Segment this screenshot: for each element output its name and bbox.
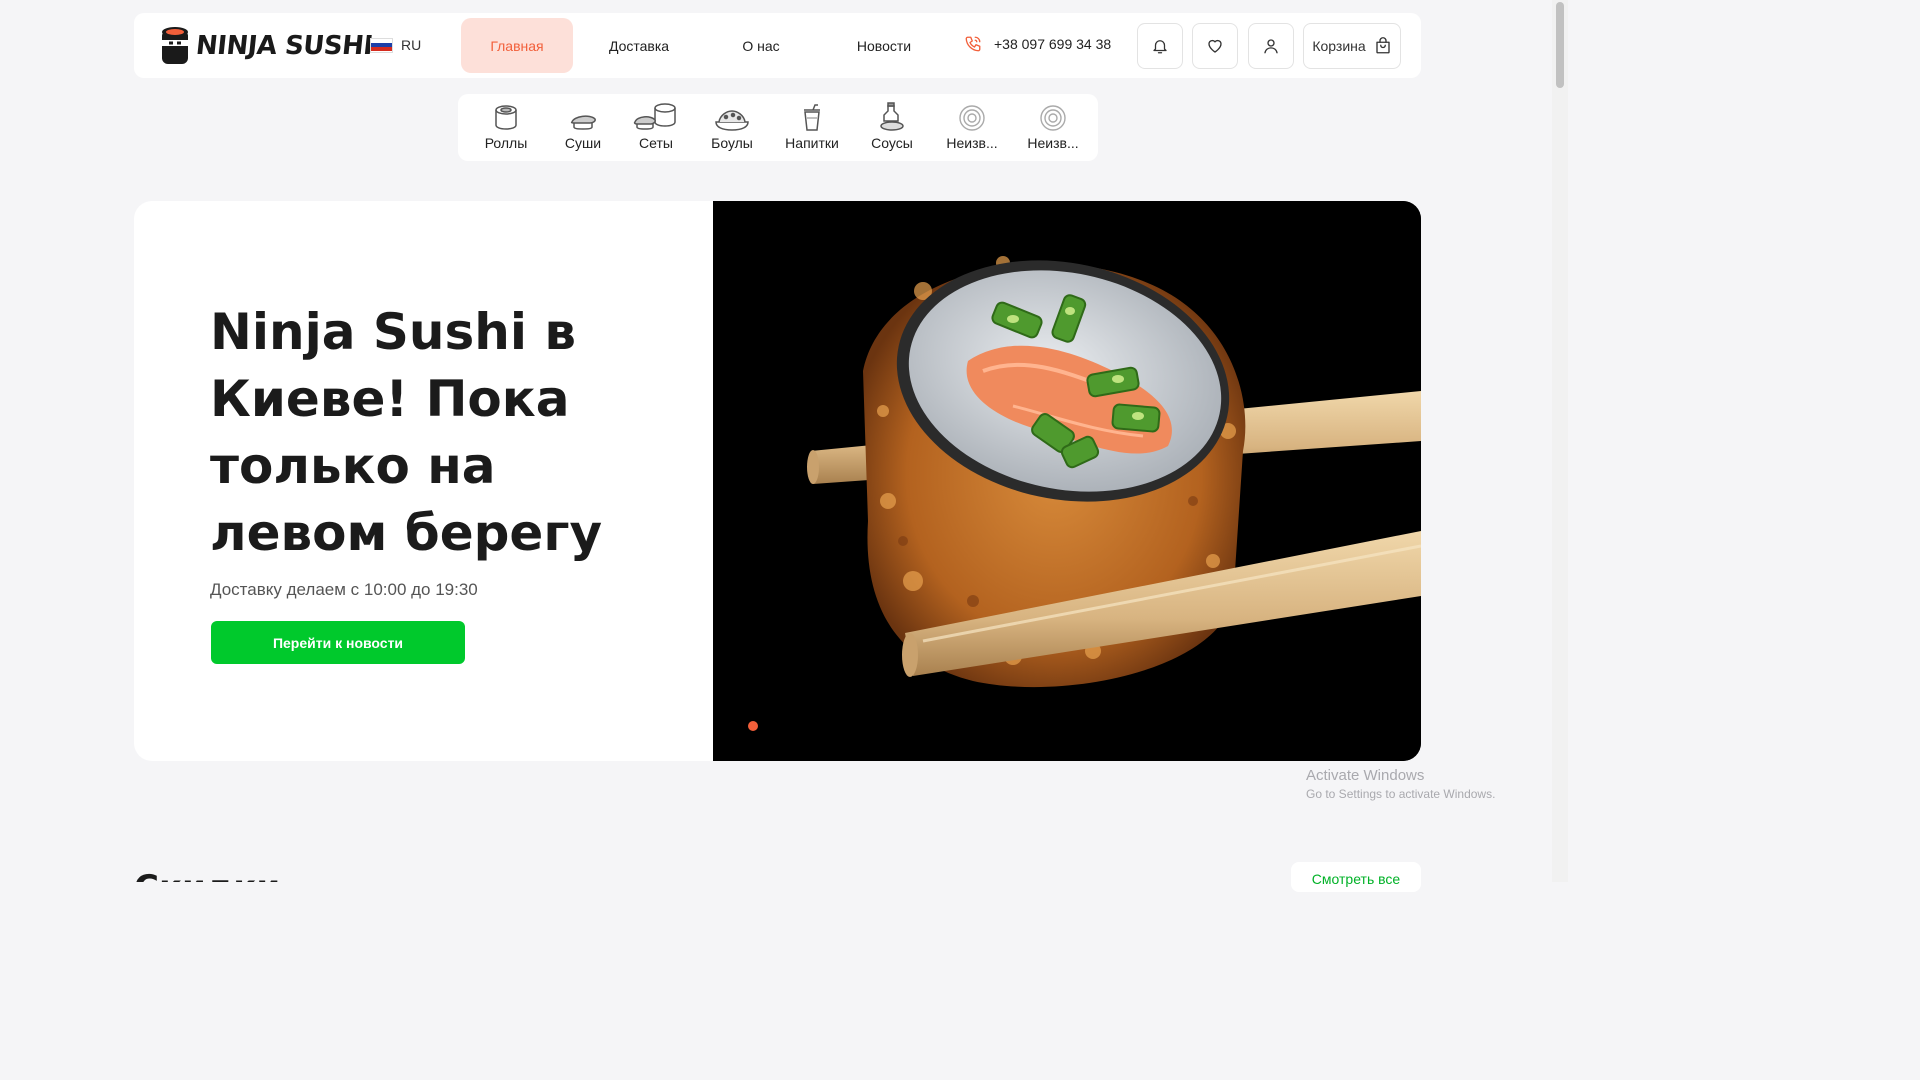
user-icon (1264, 39, 1278, 54)
activate-windows-watermark: Activate Windows Go to Settings to activ… (1306, 767, 1495, 801)
page: NINJA SUSHI RU Главная Доставка О нас Но… (0, 0, 1568, 892)
go-to-news-button[interactable]: Перейти к новости (211, 621, 465, 664)
slider-dot-active[interactable] (748, 721, 758, 731)
nav-news[interactable]: Новости (829, 18, 939, 73)
category-unknown-1[interactable]: Неизв... (934, 102, 1010, 154)
scrollbar-thumb[interactable] (1556, 2, 1564, 88)
discounts-section-title: Скидки (134, 866, 280, 882)
shopping-bag-icon (1375, 37, 1390, 54)
category-drinks[interactable]: Напитки (774, 102, 850, 154)
category-label: Суши (564, 135, 602, 151)
language-label: RU (401, 37, 422, 53)
page-scrollbar[interactable] (1552, 0, 1568, 882)
nav-home[interactable]: Главная (461, 18, 573, 73)
unknown-icon (1039, 102, 1067, 132)
logo[interactable]: NINJA SUSHI (160, 23, 375, 69)
sauce-icon (879, 102, 905, 132)
hero-image (713, 201, 1421, 761)
category-sauces[interactable]: Соусы (854, 102, 930, 154)
header: NINJA SUSHI RU Главная Доставка О нас Но… (134, 13, 1421, 78)
category-label: Неизв... (1027, 135, 1079, 151)
category-label: Боулы (711, 135, 753, 151)
drink-icon (802, 102, 822, 132)
watermark-subtitle: Go to Settings to activate Windows. (1306, 787, 1496, 801)
notifications-button[interactable] (1137, 23, 1183, 69)
roll-icon (493, 102, 519, 132)
favorites-button[interactable] (1192, 23, 1238, 69)
hero-subtitle: Доставку делаем с 10:00 до 19:30 (210, 580, 478, 599)
bell-icon (1153, 40, 1167, 54)
hero-title: Ninja Sushi в Киеве! Пока только на лево… (210, 303, 603, 562)
category-label: Неизв... (946, 135, 998, 151)
bowl-icon (714, 102, 750, 132)
heart-icon (1208, 39, 1222, 53)
category-label: Соусы (871, 135, 913, 151)
category-label: Сеты (639, 135, 673, 151)
category-sets[interactable]: Сеты (618, 102, 694, 154)
cart-label: Корзина (1312, 38, 1366, 54)
cart-button[interactable]: Корзина (1303, 23, 1401, 69)
logo-text: NINJA SUSHI (194, 31, 375, 61)
category-bowls[interactable]: Боулы (694, 102, 770, 154)
category-unknown-2[interactable]: Неизв... (1015, 102, 1091, 154)
sushi-roll-chopsticks-image (713, 201, 1421, 761)
hero-banner: Ninja Sushi в Киеве! Пока только на лево… (134, 201, 1421, 761)
category-rolls[interactable]: Роллы (468, 102, 544, 154)
phone-icon (965, 36, 981, 52)
category-label: Роллы (484, 135, 528, 151)
phone-link[interactable]: +38 097 699 34 38 (964, 35, 1111, 53)
watermark-title: Activate Windows (1306, 767, 1425, 784)
category-bar: Роллы Суши Сеты Боулы Напитки Соусы Неиз… (458, 94, 1098, 161)
phone-number: +38 097 699 34 38 (994, 36, 1112, 52)
unknown-icon (958, 102, 986, 132)
language-switcher[interactable]: RU (370, 37, 421, 53)
see-all-button[interactable]: Смотреть все (1291, 862, 1421, 892)
sushi-icon (568, 102, 598, 132)
category-label: Напитки (785, 135, 839, 151)
nav-about[interactable]: О нас (706, 18, 816, 73)
nav-delivery[interactable]: Доставка (584, 18, 694, 73)
set-icon (633, 102, 679, 132)
ninja-logo-icon (162, 27, 188, 64)
profile-button[interactable] (1248, 23, 1294, 69)
category-sushi[interactable]: Суши (545, 102, 621, 154)
russia-flag-icon (370, 37, 393, 53)
